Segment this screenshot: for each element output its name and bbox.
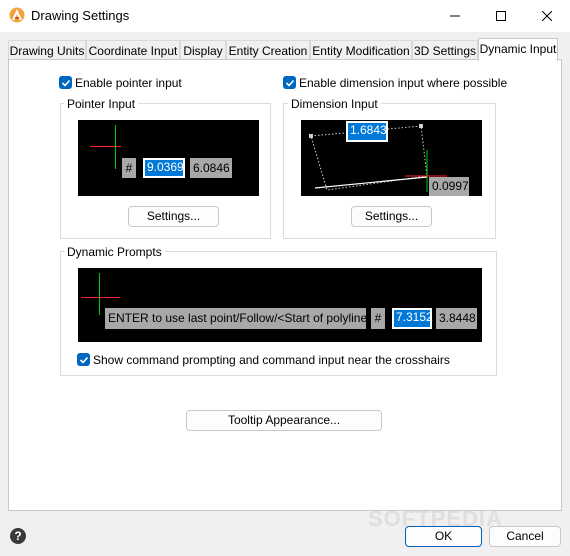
checkmark-icon	[61, 79, 70, 87]
pointer-input-title: Pointer Input	[64, 97, 139, 111]
tab-drawing-units[interactable]: Drawing Units	[8, 40, 86, 60]
dynamic-prompts-title: Dynamic Prompts	[64, 245, 165, 259]
minimize-icon	[450, 15, 460, 17]
tab-entity-modification[interactable]: Entity Modification	[310, 40, 412, 60]
crosshair-horizontal	[90, 146, 121, 147]
length-value-field: 1.6843	[346, 121, 388, 142]
pointer-input-preview: # 9.0369 6.0846	[78, 120, 259, 196]
show-prompting-checkbox[interactable]	[77, 353, 90, 366]
angle-value-field: 0.0997	[429, 177, 469, 196]
dimension-input-title: Dimension Input	[288, 97, 381, 111]
x-value-field: 9.0369	[143, 158, 185, 178]
tab-entity-creation[interactable]: Entity Creation	[226, 40, 310, 60]
enable-pointer-input-label[interactable]: Enable pointer input	[75, 76, 182, 90]
tab-dynamic-input[interactable]: Dynamic Input	[478, 38, 558, 61]
hash-box: #	[122, 158, 136, 178]
dimension-settings-button[interactable]: Settings...	[351, 206, 432, 227]
tab-strip: Drawing Units Coordinate Input Display E…	[8, 38, 562, 61]
tab-coordinate-input[interactable]: Coordinate Input	[86, 40, 180, 60]
crosshair-vertical	[99, 273, 100, 315]
close-button[interactable]	[524, 0, 570, 32]
hash-box: #	[371, 308, 385, 329]
tooltip-appearance-button[interactable]: Tooltip Appearance...	[186, 410, 382, 431]
tab-display[interactable]: Display	[180, 40, 226, 60]
crosshair-horizontal	[81, 297, 120, 298]
checkmark-icon	[285, 79, 294, 87]
x-value-field: 7.3152	[392, 308, 433, 329]
enable-pointer-input-checkbox[interactable]	[59, 76, 72, 89]
tab-3d-settings[interactable]: 3D Settings	[412, 40, 478, 60]
title-bar: Drawing Settings	[0, 0, 570, 32]
cancel-button[interactable]: Cancel	[489, 526, 561, 547]
dimension-input-preview: 1.6843 0.0997	[301, 120, 482, 196]
app-logo-icon	[9, 7, 25, 23]
crosshair-vertical	[115, 125, 116, 169]
pointer-settings-button[interactable]: Settings...	[128, 206, 219, 227]
maximize-icon	[496, 11, 506, 21]
maximize-button[interactable]	[478, 0, 524, 32]
enable-dimension-input-checkbox[interactable]	[283, 76, 296, 89]
y-value-field: 3.8448	[436, 308, 477, 329]
dynamic-prompts-preview: ENTER to use last point/Follow/<Start of…	[78, 268, 482, 342]
minimize-button[interactable]	[432, 0, 478, 32]
help-icon[interactable]: ?	[10, 528, 26, 544]
prompt-text: ENTER to use last point/Follow/<Start of…	[105, 308, 377, 329]
ok-button[interactable]: OK	[405, 526, 482, 547]
y-value-field: 6.0846	[190, 158, 232, 178]
enable-dimension-input-label[interactable]: Enable dimension input where possible	[299, 76, 507, 90]
show-prompting-label[interactable]: Show command prompting and command input…	[93, 353, 450, 367]
window-title: Drawing Settings	[31, 8, 130, 23]
close-icon	[542, 11, 552, 21]
checkmark-icon	[79, 356, 88, 364]
